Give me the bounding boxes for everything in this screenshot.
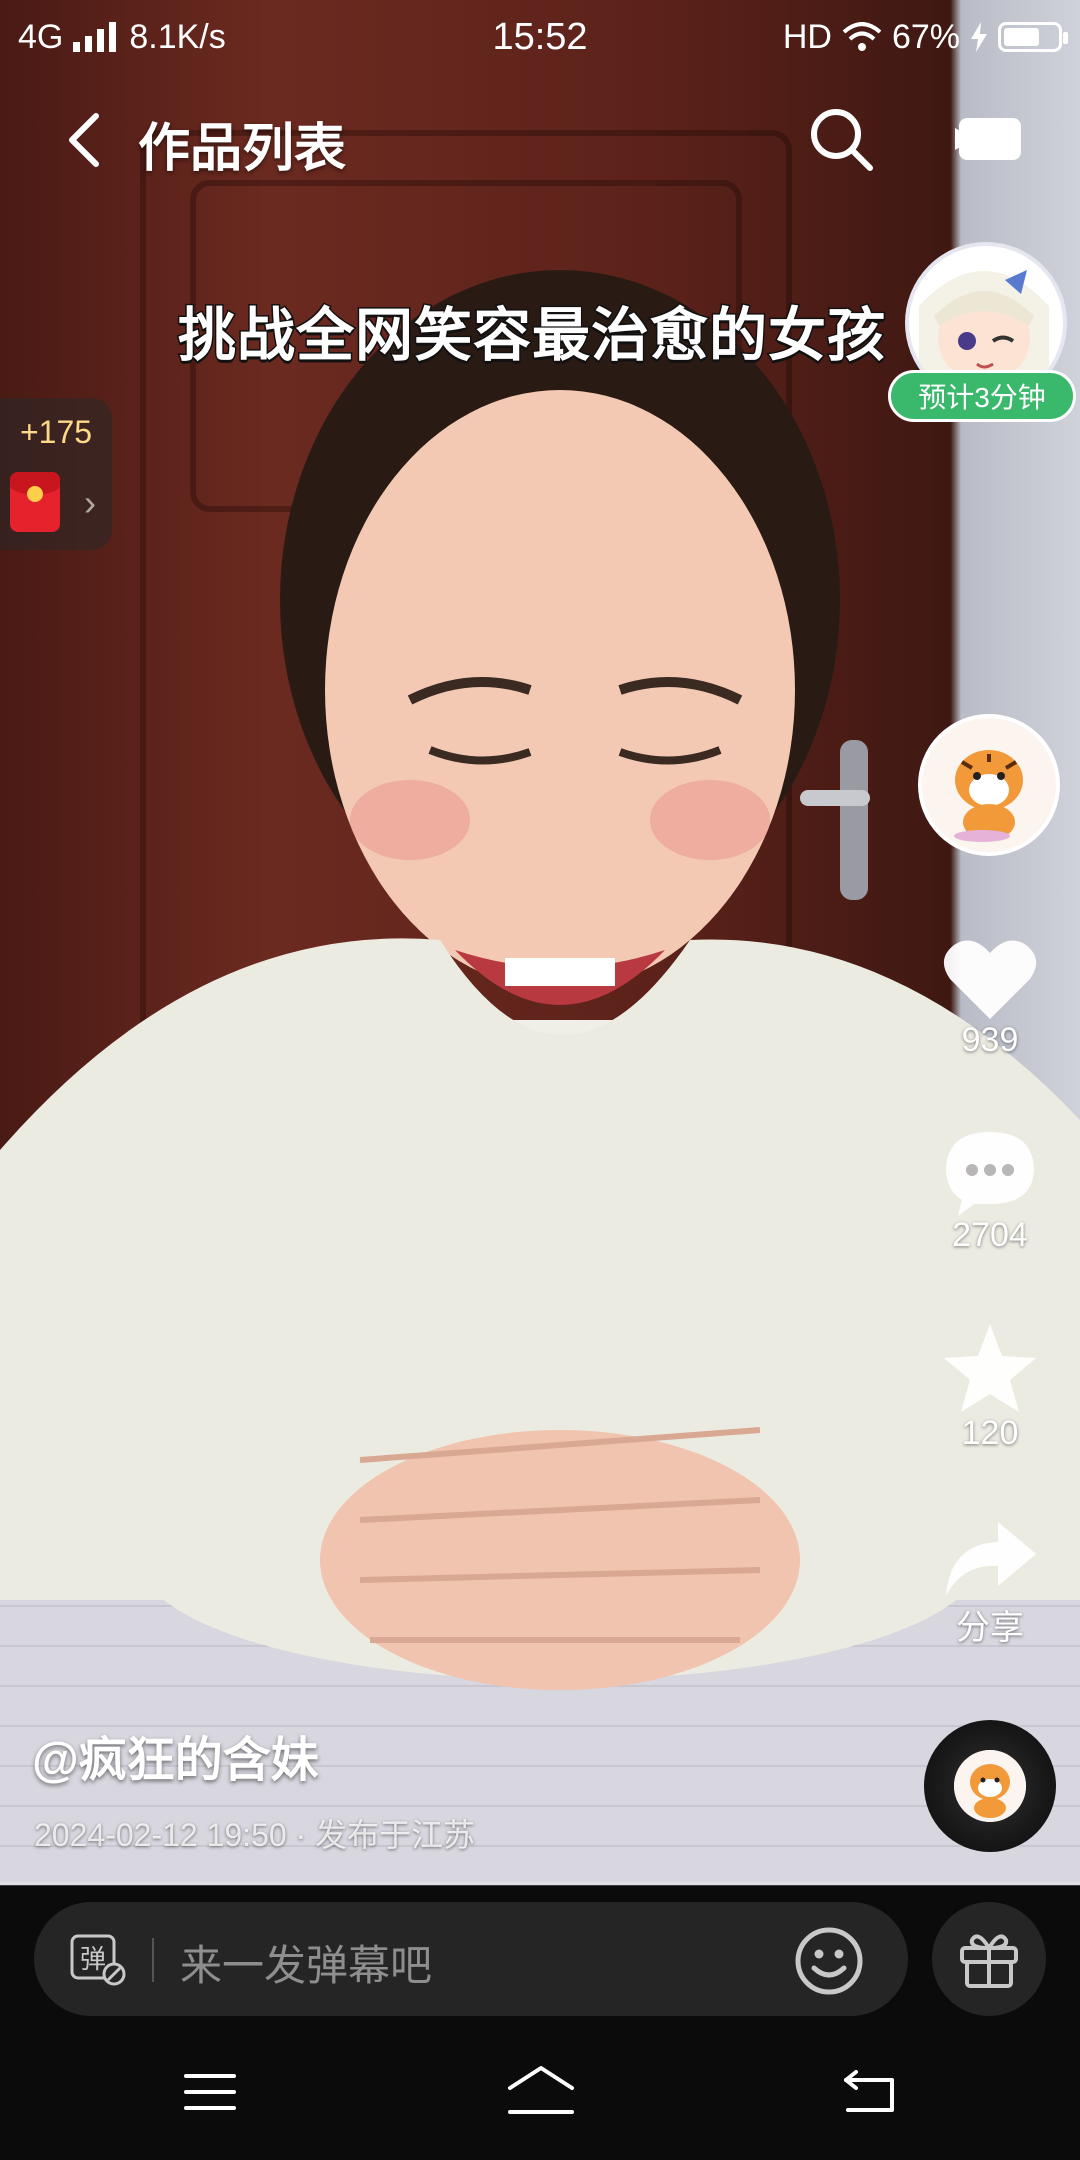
back-arrow-icon[interactable] (60, 110, 110, 170)
nav-menu-icon[interactable] (184, 2072, 236, 2112)
signal-icon (73, 22, 117, 52)
network-type: 4G (18, 17, 64, 56)
emoji-icon[interactable] (794, 1926, 864, 1996)
star-icon (944, 1324, 1036, 1412)
red-packet-seal (27, 486, 43, 502)
tiger-cartoon-image (922, 718, 1056, 852)
author-name[interactable]: @疯狂的含妹 (32, 1720, 319, 1790)
chevron-right-icon: › (84, 482, 96, 523)
music-disc[interactable] (924, 1720, 1056, 1852)
bottom-panel: 弹 来一发弹幕吧 (0, 1886, 1080, 2160)
comment-count: 2704 (952, 1216, 1028, 1254)
page-title: 作品列表 (138, 120, 347, 178)
danmaku-toggle-icon[interactable]: 弹 (70, 1934, 126, 1986)
hd-indicator: HD (782, 17, 832, 56)
network-speed: 8.1K/s (129, 17, 226, 56)
creator-avatar[interactable] (918, 714, 1060, 856)
gift-icon (960, 1934, 1018, 1988)
share-button[interactable]: 分享 (928, 1520, 1052, 1649)
video-caption: 挑战全网笑容最治愈的女孩 (176, 302, 887, 370)
danmaku-placeholder: 来一发弹幕吧 (180, 1942, 433, 1989)
like-count: 939 (961, 1021, 1019, 1059)
favorite-count: 120 (961, 1414, 1019, 1452)
comment-bubble-icon (946, 1132, 1034, 1216)
tiger-cartoon-image (954, 1750, 1026, 1822)
music-disc-cover (954, 1750, 1026, 1822)
share-label: 分享 (956, 1609, 1024, 1647)
reward-points: +175 (19, 414, 93, 450)
watch-timer-badge[interactable]: 预计3分钟 (888, 370, 1076, 422)
charging-icon (971, 22, 987, 52)
like-button[interactable]: 939 (928, 935, 1052, 1060)
status-bar: 4G 8.1K/s 15:52 HD 67% (0, 0, 1080, 74)
video-camera-icon[interactable] (955, 114, 1025, 164)
comment-button[interactable]: 2704 (928, 1130, 1052, 1255)
red-packet-reward-widget[interactable]: +175 › (0, 398, 112, 550)
share-arrow-icon (946, 1522, 1036, 1596)
heart-icon (943, 940, 1037, 1019)
nav-home-icon[interactable] (506, 2064, 576, 2116)
wifi-icon (842, 22, 882, 51)
red-packet-icon (10, 472, 60, 532)
top-bar: 作品列表 (0, 96, 1080, 182)
door-handle (800, 740, 870, 900)
battery-icon (998, 22, 1068, 52)
danmaku-toggle-label: 弹 (80, 1945, 106, 1975)
post-meta: 2024-02-12 19:50 · 发布于江苏 (34, 1817, 476, 1853)
search-icon[interactable] (808, 106, 874, 172)
danmaku-input[interactable]: 弹 来一发弹幕吧 (34, 1902, 908, 2016)
battery-percent: 67% (891, 17, 960, 56)
input-divider (152, 1938, 154, 1982)
favorite-button[interactable]: 120 (928, 1322, 1052, 1453)
gift-button[interactable] (932, 1902, 1046, 2016)
battery-level (1004, 28, 1039, 46)
nav-back-icon[interactable] (840, 2066, 896, 2114)
